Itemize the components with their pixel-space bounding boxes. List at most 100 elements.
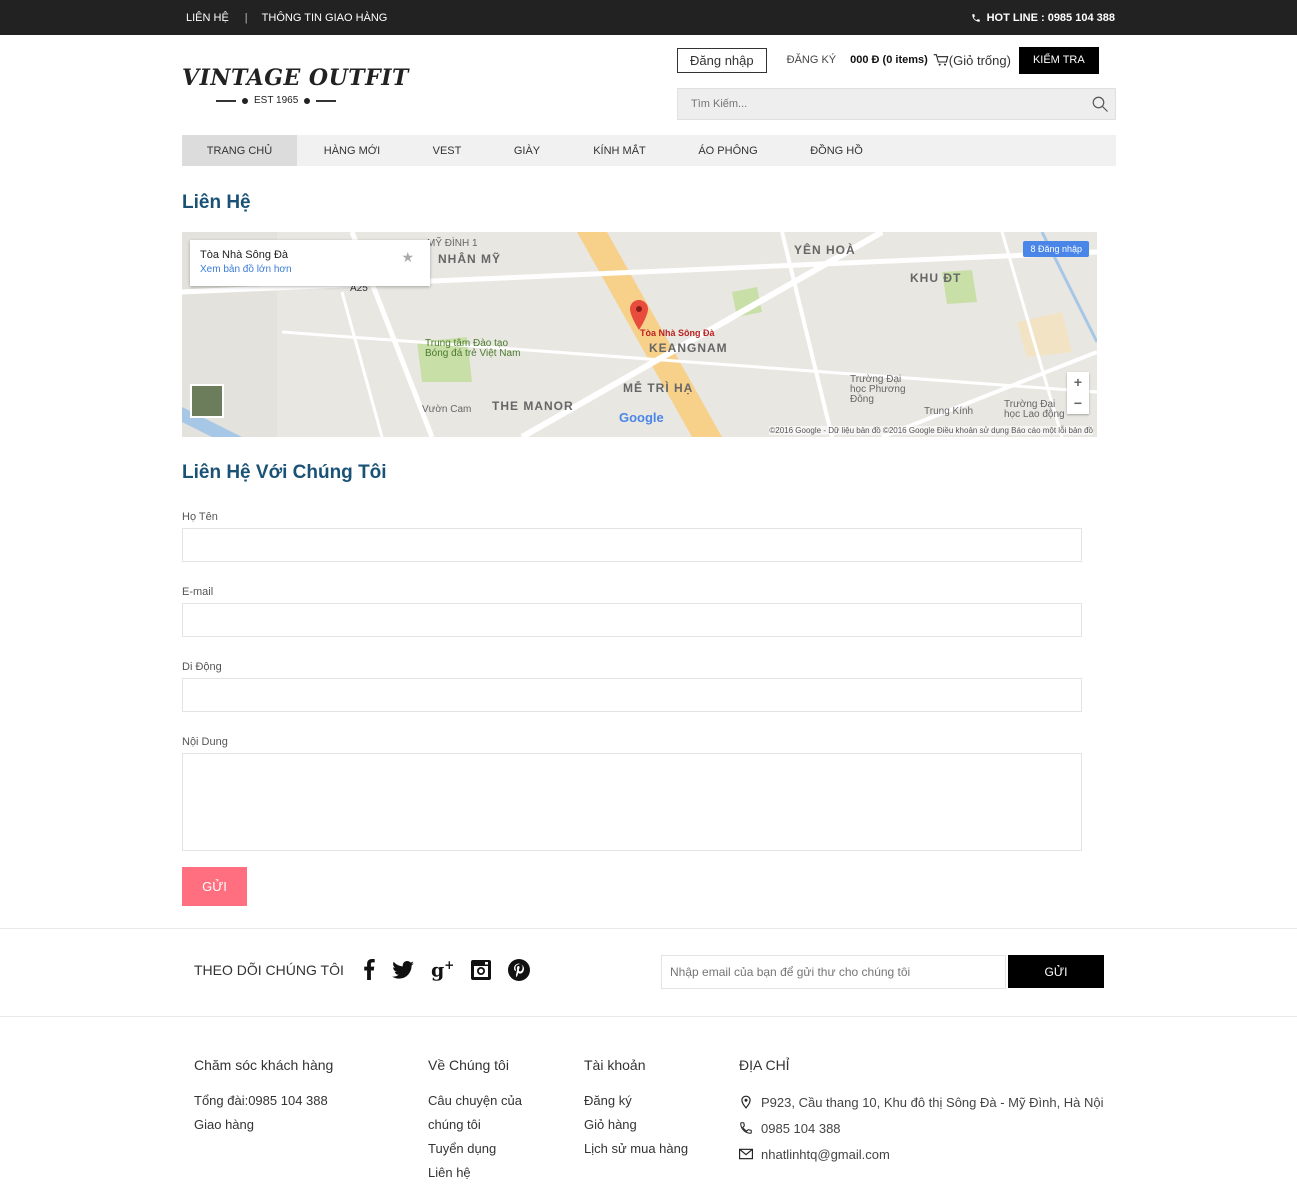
contact-form: Họ Tên E-mail Di Động Nội Dung GỬI — [182, 511, 1082, 906]
map-label-nhan-my: NHÂN MỸ — [438, 252, 501, 266]
map-label-trung-kinh: Trung Kính — [924, 406, 974, 417]
newsletter-box — [661, 955, 1006, 989]
email-field[interactable] — [182, 603, 1082, 637]
logo[interactable]: VINTAGE OUTFIT EST 1965 — [182, 65, 409, 106]
nav-item-tshirts[interactable]: ÁO PHÔNG — [672, 135, 784, 166]
nav-item-new[interactable]: HÀNG MỚI — [297, 135, 407, 166]
google-map[interactable]: MỸ ĐÌNH 1 NHÂN MỸ YÊN HOÀ KHU ĐT KEANGNA… — [182, 232, 1097, 437]
phone-field[interactable] — [182, 678, 1082, 712]
social-icons: g+ — [363, 958, 531, 981]
google-logo: Google — [619, 410, 664, 425]
phone-row: 0985 104 388 — [739, 1115, 1104, 1141]
footer-link-careers[interactable]: Tuyển dụng — [428, 1137, 522, 1161]
search-input[interactable] — [678, 89, 1078, 119]
brand-name: VINTAGE OUTFIT — [182, 65, 409, 91]
map-sign-in-button[interactable]: 8 Đăng nhập — [1023, 241, 1089, 257]
footer-link-story[interactable]: Câu chuyện của — [428, 1089, 522, 1113]
cart-icon[interactable] — [933, 53, 949, 67]
footer-link-cart[interactable]: Giỏ hàng — [584, 1113, 688, 1137]
footer-link-delivery[interactable]: Giao hàng — [194, 1113, 333, 1137]
checkout-button[interactable]: KIỂM TRA — [1018, 46, 1099, 74]
contact-link[interactable]: LIÊN HỆ — [186, 12, 229, 24]
footer-link-hotline[interactable]: Tổng đài:0985 104 388 — [194, 1089, 333, 1113]
instagram-icon[interactable] — [471, 959, 492, 980]
map-attribution[interactable]: ©2016 Google - Dữ liệu bản đồ ©2016 Goog… — [769, 426, 1093, 435]
zoom-out-icon[interactable]: − — [1067, 393, 1089, 414]
search-box — [677, 88, 1116, 120]
nav-item-shoes[interactable]: GIÀY — [487, 135, 567, 166]
footer-col-customer: Chăm sóc khách hàng Tổng đài:0985 104 38… — [194, 1057, 333, 1137]
cart-total[interactable]: 000 Đ (0 items) — [850, 54, 928, 66]
map-zoom-control: + − — [1067, 372, 1089, 414]
register-link[interactable]: ĐĂNG KÝ — [787, 54, 837, 66]
footer-link-contact[interactable]: Liên hệ — [428, 1161, 522, 1185]
content-textarea[interactable] — [182, 753, 1082, 851]
map-label-training-center: Trung tâm Đào tạo Bóng đá trẻ Việt Nam — [425, 338, 521, 359]
cart-status[interactable]: (Giỏ trống) — [949, 53, 1011, 68]
main-content: Liên Hệ MỸ ĐÌNH 1 NHÂN MỸ YÊN HOÀ KHU ĐT… — [182, 192, 1116, 906]
footer-col-account: Tài khoản Đăng ký Giỏ hàng Lịch sử mua h… — [584, 1057, 688, 1161]
nav-item-glasses[interactable]: KÍNH MẮT — [567, 135, 672, 166]
top-bar: LIÊN HỆ | THÔNG TIN GIAO HÀNG HOT LINE :… — [0, 0, 1297, 35]
contact-form-title: Liên Hệ Với Chúng Tôi — [182, 462, 387, 483]
name-field[interactable] — [182, 528, 1082, 562]
phone-icon — [971, 14, 980, 22]
address-row: P923, Cầu thang 10, Khu đô thị Sông Đà -… — [739, 1089, 1104, 1115]
name-label: Họ Tên — [182, 511, 218, 523]
map-label-the-manor: THE MANOR — [492, 399, 574, 413]
email-label: E-mail — [182, 586, 214, 598]
address-text: P923, Cầu thang 10, Khu đô thị Sông Đà -… — [761, 1094, 1104, 1110]
footer-heading-account: Tài khoản — [584, 1057, 646, 1073]
map-label-yen-hoa: YÊN HOÀ — [794, 243, 856, 257]
hotline-text: HOT LINE : 0985 104 388 — [986, 12, 1115, 24]
phone-text: 0985 104 388 — [761, 1120, 841, 1136]
map-place-name: Tòa Nhà Sông Đà — [200, 249, 289, 261]
login-button[interactable]: Đăng nhập — [677, 47, 767, 73]
satellite-toggle[interactable] — [190, 384, 224, 418]
footer-heading-customer: Chăm sóc khách hàng — [194, 1057, 334, 1073]
nav-item-vest[interactable]: VEST — [407, 135, 487, 166]
map-pin-icon[interactable] — [630, 300, 648, 330]
location-icon — [741, 1095, 751, 1109]
footer-link-story-cont[interactable]: chúng tôi — [428, 1113, 522, 1137]
search-icon[interactable] — [1091, 95, 1109, 113]
footer-link-register[interactable]: Đăng ký — [584, 1089, 688, 1113]
map-label-khu-dt: KHU ĐT — [910, 271, 962, 285]
submit-button[interactable]: GỬI — [182, 867, 247, 906]
map-label-my-dinh: MỸ ĐÌNH 1 — [427, 238, 478, 249]
facebook-icon[interactable] — [363, 959, 375, 981]
newsletter-email-input[interactable] — [662, 956, 1005, 988]
footer-col-address: ĐỊA CHỈ P923, Cầu thang 10, Khu đô thị S… — [739, 1057, 1104, 1167]
main-nav: TRANG CHỦ HÀNG MỚI VEST GIÀY KÍNH MẮT ÁO… — [182, 135, 1116, 166]
footer-link-order-history[interactable]: Lịch sử mua hàng — [584, 1137, 688, 1161]
map-label-me-tri-ha: MỄ TRÌ HẠ — [623, 381, 694, 395]
shipping-info-link[interactable]: THÔNG TIN GIAO HÀNG — [262, 12, 388, 24]
view-larger-map-link[interactable]: Xem bản đồ lớn hơn — [200, 264, 420, 275]
site-footer: Chăm sóc khách hàng Tổng đài:0985 104 38… — [0, 1017, 1297, 1200]
map-pin-label: Tòa Nhà Sông Đà — [640, 328, 715, 338]
follow-section: THEO DÕI CHÚNG TÔI g+ GỬI — [0, 929, 1297, 1016]
phone-icon — [740, 1122, 752, 1134]
nav-item-home[interactable]: TRANG CHỦ — [182, 135, 297, 166]
twitter-icon[interactable] — [392, 960, 414, 979]
separator: | — [244, 12, 248, 24]
est-badge: EST 1965 — [216, 95, 382, 106]
zoom-in-icon[interactable]: + — [1067, 372, 1089, 393]
star-icon[interactable]: ★ — [401, 249, 414, 266]
page-title: Liên Hệ — [182, 192, 251, 213]
map-info-card: Tòa Nhà Sông Đà Xem bản đồ lớn hơn ★ — [190, 240, 430, 286]
footer-heading-address: ĐỊA CHỈ — [739, 1057, 790, 1073]
follow-label: THEO DÕI CHÚNG TÔI — [194, 962, 344, 978]
map-label-phuong-dong: Trường Đại học Phương Đông — [850, 374, 906, 405]
nav-item-watches[interactable]: ĐỒNG HỒ — [784, 135, 889, 166]
google-plus-icon[interactable]: g+ — [431, 958, 454, 981]
footer-heading-about: Về Chúng tôi — [428, 1057, 509, 1073]
map-label-vuon-cam: Vườn Cam — [422, 404, 472, 415]
account-bar: Đăng nhập ĐĂNG KÝ 000 Đ (0 items) (Giỏ t… — [677, 46, 1099, 74]
email-text[interactable]: nhatlinhtq@gmail.com — [761, 1147, 890, 1162]
content-label: Nội Dung — [182, 736, 228, 748]
pinterest-icon[interactable] — [508, 958, 531, 981]
phone-label: Di Động — [182, 661, 222, 673]
newsletter-submit-button[interactable]: GỬI — [1008, 955, 1104, 988]
footer-col-about: Về Chúng tôi Câu chuyện của chúng tôi Tu… — [428, 1057, 522, 1185]
